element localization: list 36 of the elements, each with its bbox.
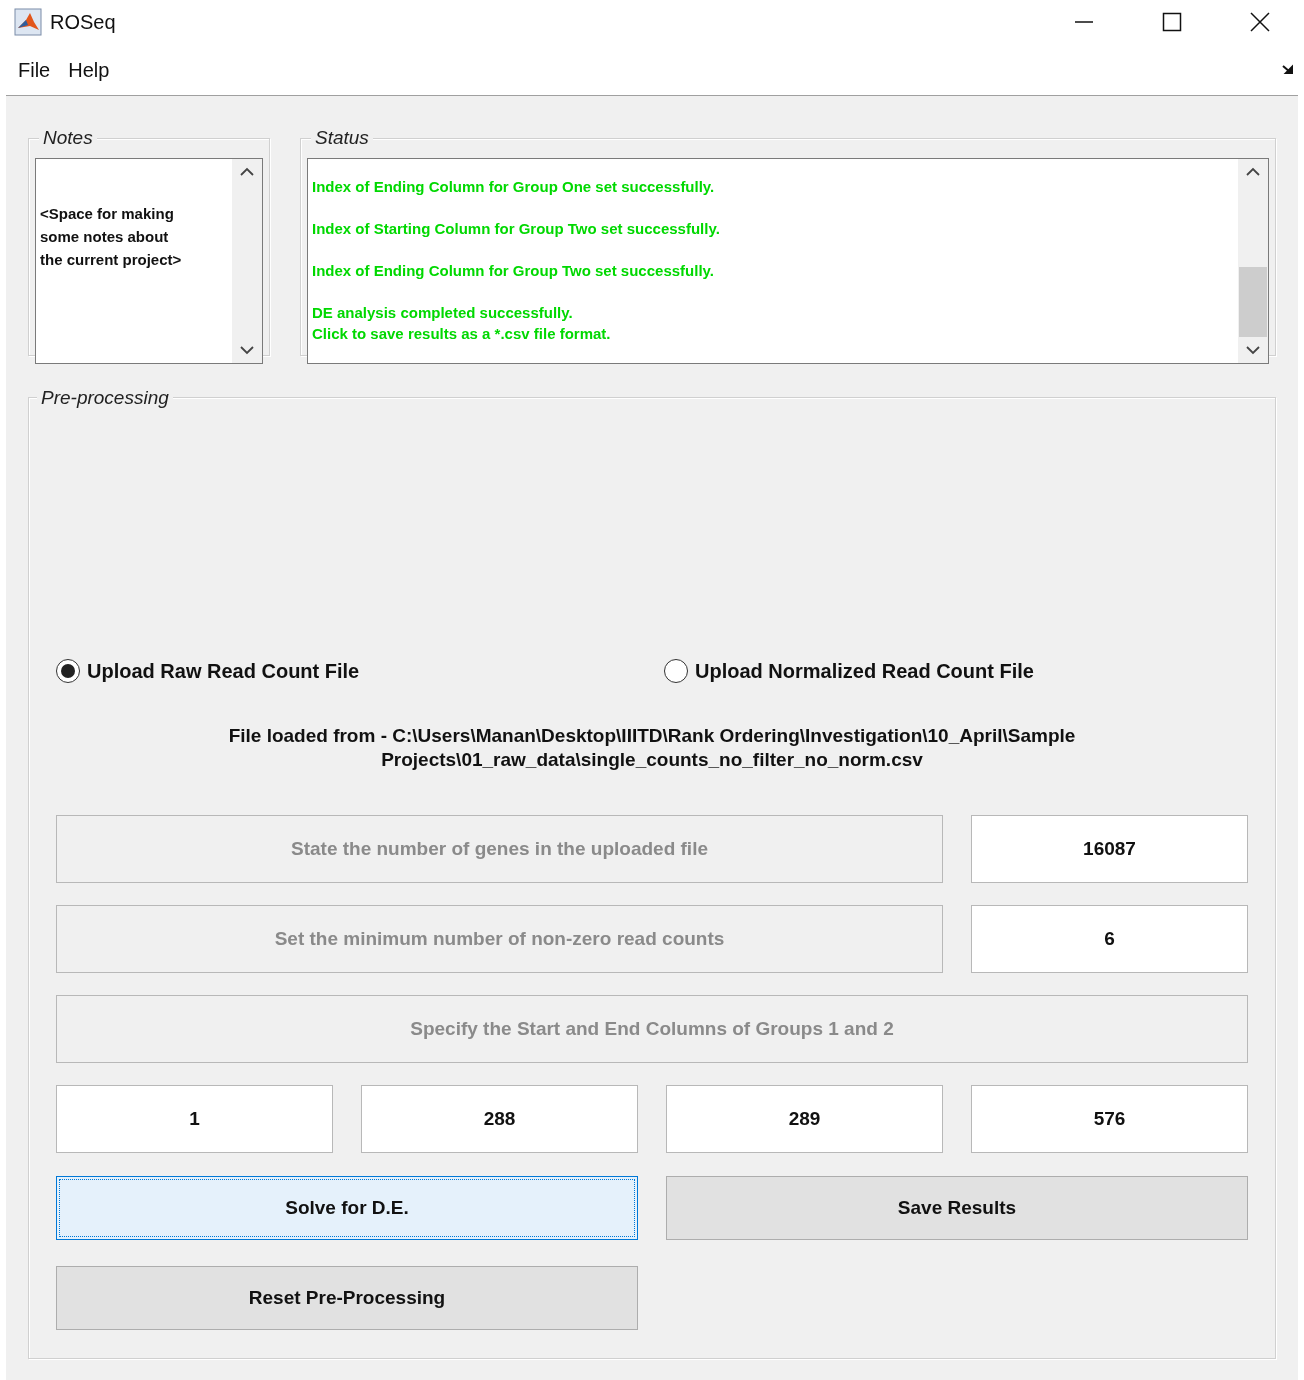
close-icon[interactable] [1250,12,1270,32]
window-title: ROSeq [50,10,116,35]
app-logo-icon [14,8,42,36]
field-label: State the number of genes in the uploaded file [56,815,943,883]
menu-item[interactable]: File [12,54,57,85]
radio-icon[interactable] [664,659,688,683]
field-label: Specify the Start and End Columns of Groups 1 and 2 [56,995,1248,1063]
scroll-down-icon[interactable] [1246,345,1260,355]
number-field[interactable]: 288 [361,1085,638,1153]
radio-icon[interactable] [56,659,80,683]
action-button[interactable]: Save Results [666,1176,1248,1240]
notes-text: <Space for making some notes about the current project> [40,204,183,270]
number-field[interactable]: 6 [971,905,1248,973]
status-message: DE analysis completed successfully. [312,303,574,323]
number-field[interactable]: 16087 [971,815,1248,883]
scroll-down-icon[interactable] [240,345,254,355]
scroll-up-icon[interactable] [240,167,254,177]
dock-arrow-icon[interactable] [1282,63,1294,76]
number-field[interactable]: 576 [971,1085,1248,1153]
field-label: Set the minimum number of non-zero read counts [56,905,943,973]
action-button[interactable]: Reset Pre-Processing [56,1266,638,1330]
radio-option[interactable]: Upload Normalized Read Count File [664,656,1034,686]
status-message: Index of Ending Column for Group Two set successfully. [312,261,715,281]
radio-option[interactable]: Upload Raw Read Count File [56,656,664,686]
scroll-up-icon[interactable] [1246,167,1260,177]
maximize-icon[interactable] [1162,12,1182,32]
notes-field[interactable]: <Space for making some notes about the current project> [35,158,263,364]
status-message: Click to save results as a *.csv file format. [312,324,612,344]
action-button[interactable]: Solve for D.E. [56,1176,638,1240]
scrollbar-thumb[interactable] [1239,267,1267,337]
status-message: Index of Ending Column for Group One set successfully. [312,177,716,197]
number-field[interactable]: 289 [666,1085,943,1153]
status-message: Index of Starting Column for Group Two set successfully. [312,219,721,239]
number-field[interactable]: 1 [56,1085,333,1153]
menu-item[interactable]: Help [62,54,116,85]
file-path-text: File loaded from - C:\Users\Manan\Desktop\IIITD\Rank Ordering\Investigation\10_April\Sample Projects\01_raw_data\single_counts_no_filter_no_norm.csv [227,724,1077,772]
